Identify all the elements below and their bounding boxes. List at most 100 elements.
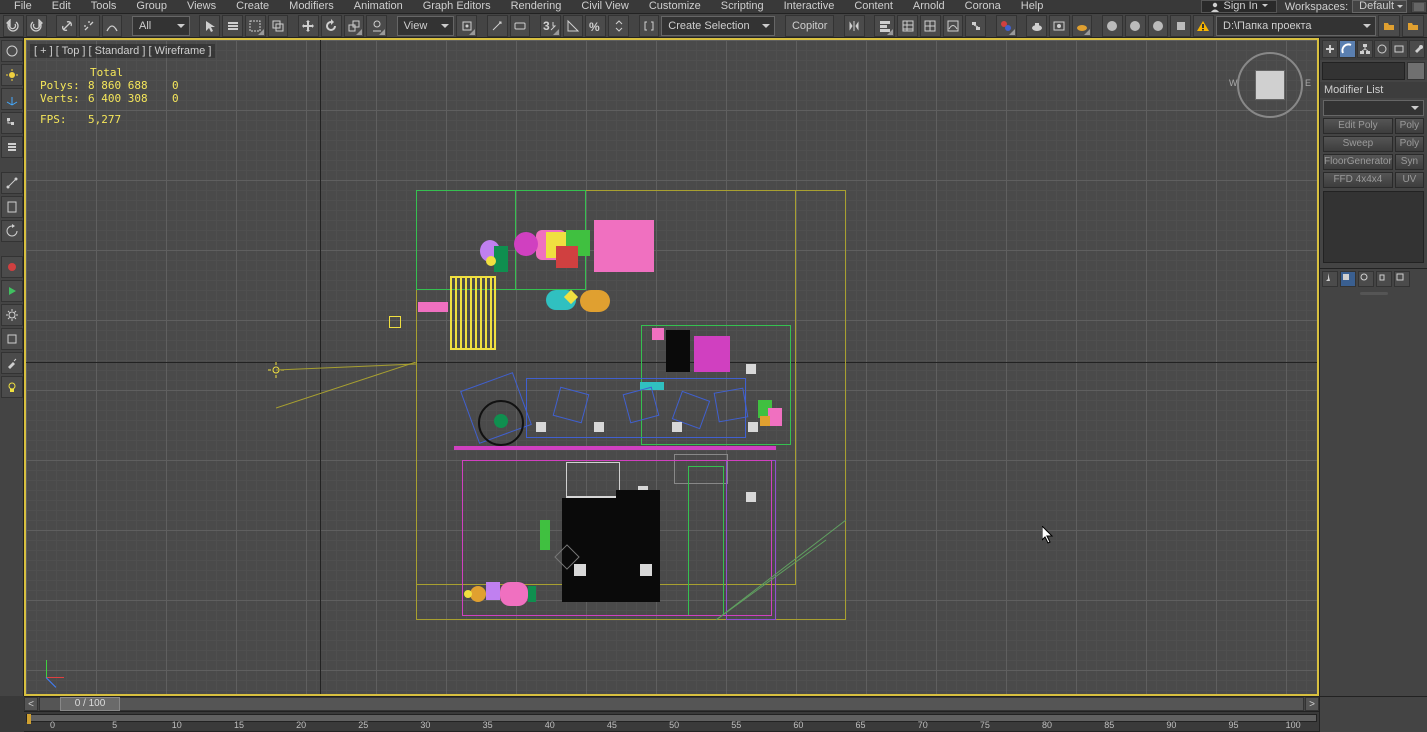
viewcube[interactable]: WE [1233, 48, 1307, 122]
corona-3-button[interactable] [1148, 15, 1169, 37]
menu-views[interactable]: Views [177, 0, 226, 14]
lt-wire-button[interactable] [1, 328, 23, 350]
redo-button[interactable] [26, 15, 47, 37]
select-object-button[interactable] [199, 15, 220, 37]
menu-file[interactable]: File [4, 0, 42, 14]
modifier-list-dropdown[interactable] [1323, 100, 1424, 116]
menu-scripting[interactable]: Scripting [711, 0, 774, 14]
object-color-swatch[interactable] [1407, 62, 1425, 80]
lt-list-button[interactable] [1, 136, 23, 158]
viewport-label[interactable]: [ + ] [ Top ] [ Standard ] [ Wireframe ] [30, 44, 215, 58]
configure-sets-button[interactable] [1394, 271, 1410, 287]
menu-interactive[interactable]: Interactive [774, 0, 845, 14]
menu-edit[interactable]: Edit [42, 0, 81, 14]
remove-modifier-button[interactable] [1376, 271, 1392, 287]
make-unique-button[interactable] [1358, 271, 1374, 287]
mod-sweep[interactable]: Sweep [1323, 136, 1393, 152]
schematic-view-button[interactable] [965, 15, 986, 37]
menu-group[interactable]: Group [126, 0, 177, 14]
select-manipulate-button[interactable] [487, 15, 508, 37]
menu-help[interactable]: Help [1011, 0, 1054, 14]
keyboard-shortcut-override-button[interactable] [510, 15, 531, 37]
lt-render-button[interactable] [1, 256, 23, 278]
undo-button[interactable] [3, 15, 24, 37]
named-selection-dropdown[interactable]: Create Selection Se [661, 16, 775, 36]
sign-in-button[interactable]: Sign In [1201, 0, 1277, 13]
lt-xform-button[interactable] [1, 88, 23, 110]
snap-toggle-button[interactable]: 3 [540, 15, 561, 37]
select-by-name-button[interactable] [222, 15, 243, 37]
project-path-dropdown[interactable]: D:\Папка проекта [1216, 16, 1376, 36]
selection-filter-dropdown[interactable]: All [132, 16, 190, 36]
lt-tree-button[interactable] [1, 112, 23, 134]
tab-display[interactable] [1391, 40, 1407, 58]
time-slider-prev[interactable]: < [24, 697, 38, 711]
corona-2-button[interactable] [1125, 15, 1146, 37]
align-button[interactable] [874, 15, 895, 37]
material-editor-button[interactable] [996, 15, 1017, 37]
lt-gear-button[interactable] [1, 304, 23, 326]
lt-play-button[interactable] [1, 280, 23, 302]
menu-animation[interactable]: Animation [344, 0, 413, 14]
menu-rendering[interactable]: Rendering [501, 0, 572, 14]
window-crossing-button[interactable] [268, 15, 289, 37]
percent-snap-button[interactable]: % [585, 15, 606, 37]
menu-graph-editors[interactable]: Graph Editors [413, 0, 501, 14]
mod-poly-1[interactable]: Poly [1395, 118, 1424, 134]
workspace-extra-button[interactable] [1411, 1, 1427, 13]
select-rotate-button[interactable] [321, 15, 342, 37]
lt-brush-button[interactable] [1, 352, 23, 374]
project-folder-button[interactable] [1378, 15, 1400, 37]
select-place-button[interactable] [366, 15, 387, 37]
lt-sun-button[interactable] [1, 64, 23, 86]
menu-customize[interactable]: Customize [639, 0, 711, 14]
select-scale-button[interactable] [344, 15, 365, 37]
object-name-field[interactable] [1322, 62, 1405, 80]
lt-select-button[interactable] [1, 40, 23, 62]
lt-reload-button[interactable] [1, 220, 23, 242]
tab-create[interactable] [1322, 40, 1338, 58]
toggle-ribbon-button[interactable] [920, 15, 941, 37]
layer-explorer-button[interactable] [897, 15, 918, 37]
menu-modifiers[interactable]: Modifiers [279, 0, 344, 14]
render-setup-button[interactable] [1026, 15, 1047, 37]
ref-coord-dropdown[interactable]: View [397, 16, 455, 36]
tab-motion[interactable] [1374, 40, 1390, 58]
viewport[interactable]: [ + ] [ Top ] [ Standard ] [ Wireframe ]… [24, 38, 1319, 696]
menu-content[interactable]: Content [844, 0, 903, 14]
pivot-center-button[interactable] [456, 15, 477, 37]
tab-hierarchy[interactable] [1357, 40, 1373, 58]
mod-poly-2[interactable]: Poly [1395, 136, 1424, 152]
unlink-button[interactable] [79, 15, 100, 37]
project-settings-button[interactable] [1402, 15, 1424, 37]
tab-modify[interactable] [1339, 40, 1355, 58]
workspaces-dropdown[interactable]: Default [1352, 0, 1407, 13]
mod-syn[interactable]: Syn [1395, 154, 1424, 170]
modifier-stack[interactable] [1323, 191, 1424, 263]
menu-civil-view[interactable]: Civil View [571, 0, 638, 14]
lt-light-button[interactable] [1, 376, 23, 398]
link-button[interactable] [56, 15, 77, 37]
lt-doc-button[interactable] [1, 196, 23, 218]
time-slider-next[interactable]: > [1305, 697, 1319, 711]
menu-tools[interactable]: Tools [81, 0, 127, 14]
mod-ffd[interactable]: FFD 4x4x4 [1323, 172, 1393, 188]
corona-1-button[interactable] [1102, 15, 1123, 37]
time-slider-thumb[interactable]: 0 / 100 [60, 697, 120, 711]
time-slider-track[interactable]: 0 / 100 [39, 697, 1304, 711]
mod-uv[interactable]: UV [1395, 172, 1424, 188]
panel-drag-handle[interactable] [1320, 292, 1427, 298]
select-move-button[interactable] [298, 15, 319, 37]
pin-stack-button[interactable] [1322, 271, 1338, 287]
menu-arnold[interactable]: Arnold [903, 0, 955, 14]
bind-spacewarp-button[interactable] [102, 15, 123, 37]
menu-corona[interactable]: Corona [955, 0, 1011, 14]
render-frame-button[interactable] [1049, 15, 1070, 37]
corona-4-button[interactable] [1170, 15, 1191, 37]
spinner-snap-button[interactable] [608, 15, 629, 37]
select-region-button[interactable] [245, 15, 266, 37]
angle-snap-button[interactable] [563, 15, 584, 37]
time-ruler[interactable]: 0 5 10 15 20 25 30 35 40 45 50 55 60 65 … [24, 711, 1319, 732]
mirror-button[interactable] [844, 15, 865, 37]
render-button[interactable] [1072, 15, 1093, 37]
